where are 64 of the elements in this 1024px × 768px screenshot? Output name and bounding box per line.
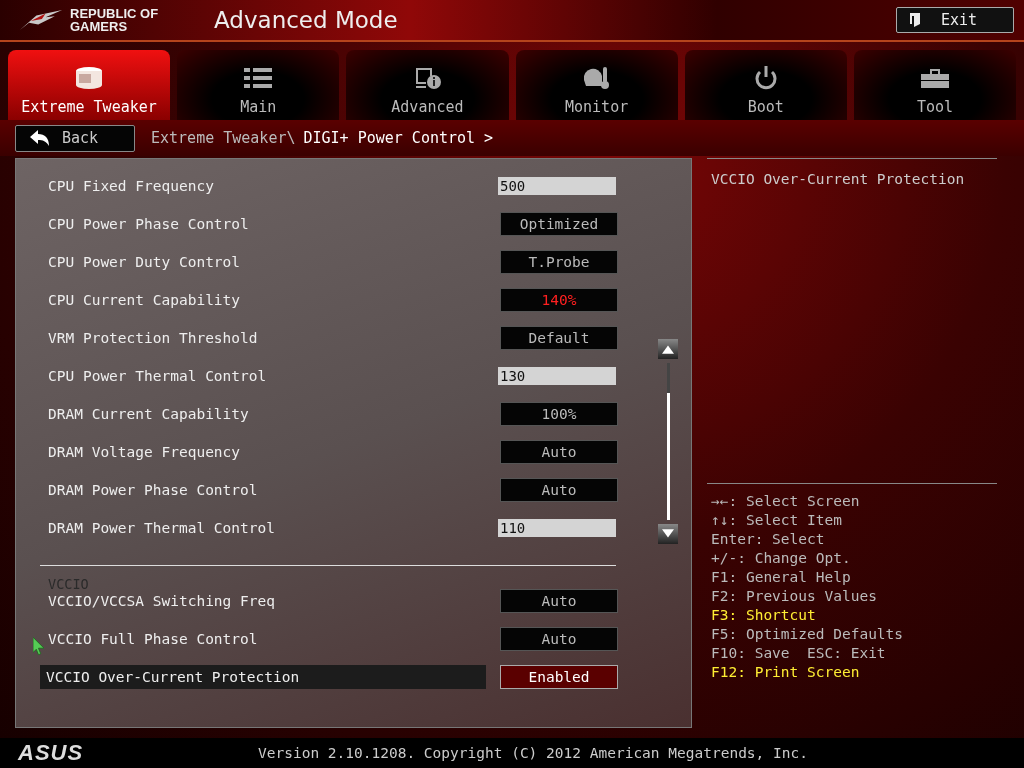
value-input-field[interactable]: 130 (498, 367, 616, 385)
key-hint: +/-: Change Opt. (711, 549, 852, 568)
option-dropdown[interactable]: Enabled (500, 665, 618, 689)
setting-label[interactable]: CPU Fixed Frequency (48, 178, 214, 194)
menu-tab[interactable]: Tool (853, 50, 1017, 120)
key-hint: F5: Optimized Defaults (711, 625, 905, 644)
key-hint: F2: Previous Values (711, 587, 878, 606)
key-hint: Enter: Select (711, 530, 826, 549)
scrollbar-track[interactable] (666, 363, 670, 520)
setting-label[interactable]: DRAM Voltage Frequency (48, 444, 241, 460)
setting-label[interactable]: DRAM Power Phase Control (48, 482, 258, 498)
key-hint: F1: General Help (711, 568, 852, 587)
key-hint: →←: Select Screen (711, 492, 861, 511)
setting-label[interactable]: DRAM Current Capability (48, 406, 249, 422)
menu-tab[interactable]: Main (177, 50, 340, 120)
setting-label[interactable]: CPU Power Thermal Control (48, 368, 267, 384)
page-title: Advanced Mode (214, 7, 399, 33)
back-arrow-icon (30, 130, 50, 146)
setting-label[interactable]: VRM Protection Threshold (48, 330, 258, 346)
option-dropdown[interactable]: Optimized (500, 212, 618, 236)
option-dropdown[interactable]: T.Probe (500, 250, 618, 274)
setting-label[interactable]: VCCIO/VCCSA Switching Freq (48, 593, 275, 609)
brand-logo: ASUS (18, 740, 85, 766)
breadcrumb-current: DIGI+ Power Control > (303, 129, 494, 147)
breadcrumb-parent: Extreme Tweaker\ (151, 129, 296, 147)
menu-tab[interactable]: Extreme Tweaker (8, 50, 171, 120)
key-hint: F12: Print Screen (711, 663, 861, 682)
option-dropdown[interactable]: Auto (500, 478, 618, 502)
value-input-field[interactable]: 500 (498, 177, 616, 195)
option-dropdown[interactable]: Default (500, 326, 618, 350)
gauge-thermometer-icon (581, 66, 612, 90)
list-icon (243, 66, 274, 90)
setting-label[interactable]: CPU Power Duty Control (48, 254, 241, 270)
brand-text: REPUBLIC OF (70, 7, 159, 20)
back-button[interactable]: Back (15, 124, 135, 152)
toolbox-icon (919, 66, 950, 90)
option-dropdown[interactable]: Auto (500, 589, 618, 613)
scroll-up-button[interactable] (658, 339, 678, 359)
key-hint: F10: Save ESC: Exit (711, 644, 887, 663)
menu-tab[interactable]: Advanced (346, 50, 509, 120)
option-dropdown[interactable]: 100% (500, 402, 618, 426)
menu-tab[interactable]: Monitor (515, 50, 678, 120)
setting-label[interactable]: VCCIO Full Phase Control (48, 631, 258, 647)
up-triangle-icon (662, 344, 674, 354)
exit-button[interactable]: Exit (896, 7, 1014, 33)
option-dropdown[interactable]: Auto (500, 440, 618, 464)
help-text: VCCIO Over-Current Protection (707, 158, 997, 483)
option-dropdown[interactable]: Auto (500, 627, 618, 651)
mouse-pointer-icon (33, 637, 44, 655)
down-triangle-icon (662, 529, 674, 539)
scroll-down-button[interactable] (658, 524, 678, 544)
setting-label[interactable]: DRAM Power Thermal Control (48, 520, 275, 536)
value-input-field[interactable]: 110 (498, 519, 616, 537)
setting-label[interactable]: CPU Power Phase Control (48, 216, 249, 232)
setting-label[interactable]: VCCIO Over-Current Protection (40, 665, 486, 689)
drum-icon (74, 66, 105, 90)
menu-tab[interactable]: Boot (684, 50, 847, 120)
brand-text: GAMERS (70, 20, 129, 33)
door-icon (909, 12, 921, 28)
key-hint: ↑↓: Select Item (711, 511, 843, 530)
key-hint: F3: Shortcut (711, 606, 817, 625)
option-dropdown[interactable]: 140% (500, 288, 618, 312)
version-text: Version 2.10.1208. Copyright (C) 2012 American Megatrends, Inc. (258, 745, 808, 761)
setting-label[interactable]: CPU Current Capability (48, 292, 241, 308)
